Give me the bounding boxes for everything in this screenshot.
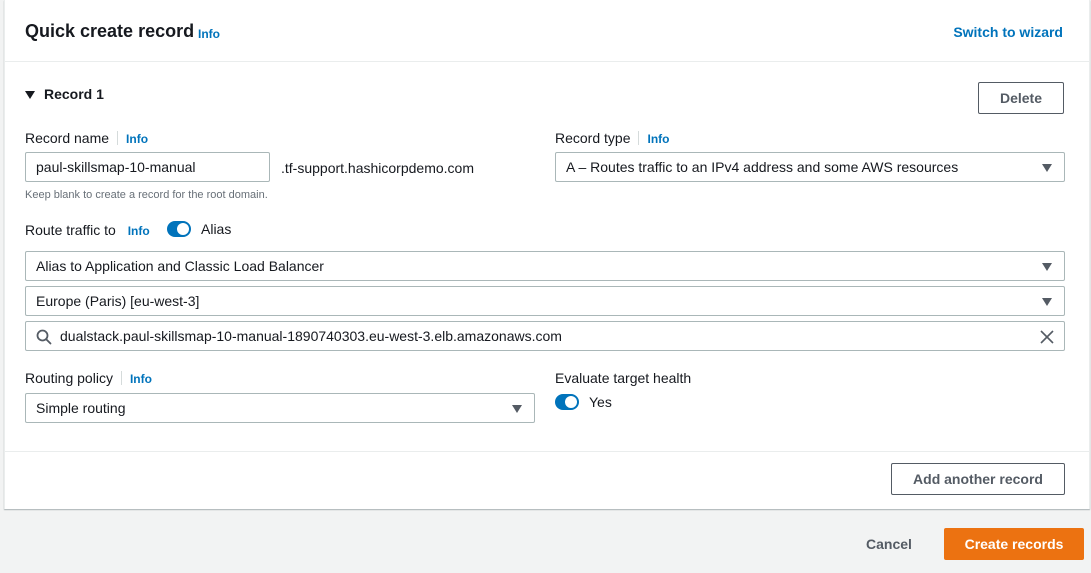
- cancel-button[interactable]: Cancel: [866, 536, 912, 552]
- alias-toggle[interactable]: [167, 221, 191, 237]
- routing-policy-label-group: Routing policy Info: [25, 370, 152, 386]
- route-traffic-label: Route traffic to: [25, 222, 116, 238]
- dropdown-arrow-icon: [1042, 298, 1052, 306]
- routing-policy-info-link[interactable]: Info: [130, 372, 152, 386]
- load-balancer-value: dualstack.paul-skillsmap-10-manual-18907…: [60, 328, 562, 344]
- search-icon: [36, 329, 52, 345]
- record-name-input[interactable]: paul-skillsmap-10-manual: [25, 152, 270, 182]
- page-title: Quick create record: [25, 21, 195, 41]
- record-type-label-group: Record type Info: [555, 130, 669, 146]
- divider: [5, 451, 1089, 452]
- endpoint-type-value: Alias to Application and Classic Load Ba…: [36, 258, 324, 274]
- record-name-label-group: Record name Info: [25, 130, 148, 146]
- record-type-label: Record type: [555, 130, 631, 146]
- record-name-hint: Keep blank to create a record for the ro…: [25, 189, 268, 201]
- switch-to-wizard-link[interactable]: Switch to wizard: [953, 24, 1063, 40]
- region-value: Europe (Paris) [eu-west-3]: [36, 293, 200, 309]
- label-separator: [638, 131, 640, 145]
- routing-policy-value: Simple routing: [36, 400, 126, 416]
- endpoint-type-select[interactable]: Alias to Application and Classic Load Ba…: [25, 251, 1065, 281]
- route-traffic-label-group: Route traffic to Info: [25, 222, 150, 238]
- record-name-label: Record name: [25, 130, 110, 146]
- create-records-button[interactable]: Create records: [944, 528, 1084, 560]
- toggle-knob: [177, 223, 189, 235]
- title-info-link[interactable]: Info: [198, 27, 220, 41]
- route-traffic-info-link[interactable]: Info: [128, 224, 150, 238]
- dropdown-arrow-icon: [512, 405, 522, 413]
- dropdown-arrow-icon: [1042, 263, 1052, 271]
- record-1-expander[interactable]: Record 1: [25, 86, 104, 102]
- toggle-knob: [565, 396, 577, 408]
- record-type-select[interactable]: A – Routes traffic to an IPv4 address an…: [555, 152, 1065, 182]
- record-type-info-link[interactable]: Info: [647, 132, 669, 146]
- dropdown-arrow-icon: [1042, 164, 1052, 172]
- record-name-info-link[interactable]: Info: [126, 132, 148, 146]
- routing-policy-label: Routing policy: [25, 370, 113, 386]
- routing-policy-select[interactable]: Simple routing: [25, 393, 535, 423]
- label-separator: [120, 371, 122, 385]
- region-select[interactable]: Europe (Paris) [eu-west-3]: [25, 286, 1065, 316]
- label-separator: [117, 131, 119, 145]
- delete-button[interactable]: Delete: [978, 82, 1064, 114]
- panel-header: Quick create record Info Switch to wizar…: [5, 0, 1089, 62]
- caret-down-icon: [25, 90, 35, 99]
- load-balancer-search-input[interactable]: dualstack.paul-skillsmap-10-manual-18907…: [25, 321, 1065, 351]
- record-1-label: Record 1: [44, 86, 104, 102]
- alias-toggle-label: Alias: [201, 221, 232, 237]
- evaluate-health-label: Evaluate target health: [555, 370, 692, 386]
- record-type-value: A – Routes traffic to an IPv4 address an…: [566, 159, 959, 175]
- evaluate-health-value: Yes: [589, 394, 612, 410]
- quick-create-panel: Quick create record Info Switch to wizar…: [4, 0, 1090, 509]
- record-name-value: paul-skillsmap-10-manual: [36, 159, 196, 175]
- add-another-record-button[interactable]: Add another record: [891, 463, 1065, 495]
- close-icon[interactable]: [1038, 328, 1056, 346]
- domain-suffix: .tf-support.hashicorpdemo.com: [281, 160, 474, 176]
- evaluate-health-toggle[interactable]: [555, 394, 579, 410]
